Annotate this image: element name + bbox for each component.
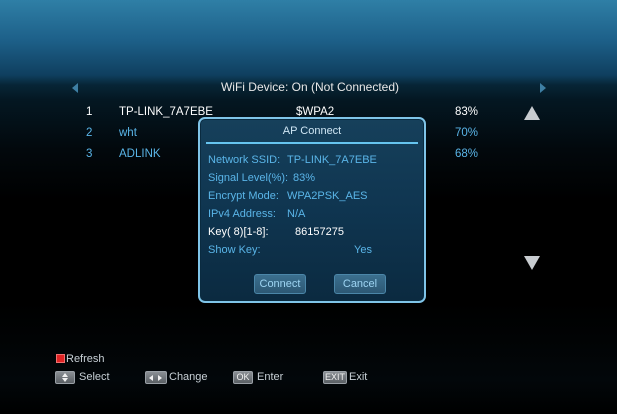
change-hint: Change	[169, 371, 208, 383]
scroll-down-icon[interactable]	[524, 256, 540, 270]
select-hint: Select	[79, 371, 110, 383]
row-signal: 68%	[455, 148, 479, 160]
encrypt-mode-label: Encrypt Mode:	[208, 190, 279, 202]
connect-button[interactable]: Connect	[254, 274, 306, 294]
row-ssid: wht	[119, 127, 137, 139]
refresh-hint: Refresh	[66, 353, 105, 365]
network-ssid-value: TP-LINK_7A7EBE	[287, 154, 377, 166]
row-number: 2	[86, 127, 93, 139]
enter-hint: Enter	[257, 371, 284, 383]
ipv4-address-value: N/A	[287, 208, 306, 220]
row-ssid: TP-LINK_7A7EBE	[119, 106, 213, 118]
ok-key-icon: OK	[233, 371, 253, 384]
row-signal: 83%	[455, 106, 479, 118]
dialog-title: AP Connect	[282, 125, 342, 137]
cancel-button[interactable]: Cancel	[334, 274, 386, 294]
scroll-up-icon[interactable]	[524, 106, 540, 120]
row-number: 3	[86, 148, 93, 160]
signal-level-value: 83%	[293, 172, 316, 184]
key-label: Key( 8)[1-8]:	[208, 226, 269, 238]
up-down-key-icon	[55, 371, 75, 384]
exit-key-icon: EXIT	[323, 371, 347, 384]
ap-connect-dialog: AP Connect Network SSID: TP-LINK_7A7EBE …	[198, 117, 426, 303]
left-arrow-icon[interactable]	[72, 83, 78, 93]
dialog-divider	[206, 142, 418, 144]
ipv4-address-label: IPv4 Address:	[208, 208, 276, 220]
show-key-value[interactable]: Yes	[354, 244, 372, 256]
left-right-key-icon	[145, 371, 167, 384]
red-key-icon	[56, 354, 65, 363]
show-key-label: Show Key:	[208, 244, 261, 256]
encrypt-mode-value: WPA2PSK_AES	[287, 190, 368, 202]
right-arrow-icon[interactable]	[540, 83, 546, 93]
tv-screen: WiFi Device: On (Not Connected) 1 TP-LIN…	[0, 0, 617, 414]
network-ssid-label: Network SSID:	[208, 154, 281, 166]
signal-level-label: Signal Level(%):	[208, 172, 289, 184]
row-ssid: ADLINK	[119, 148, 161, 160]
key-input[interactable]: 86157275	[295, 226, 344, 238]
exit-hint: Exit	[349, 371, 368, 383]
row-signal: 70%	[455, 127, 479, 139]
row-number: 1	[86, 106, 93, 118]
wifi-device-status: WiFi Device: On (Not Connected)	[220, 80, 400, 94]
